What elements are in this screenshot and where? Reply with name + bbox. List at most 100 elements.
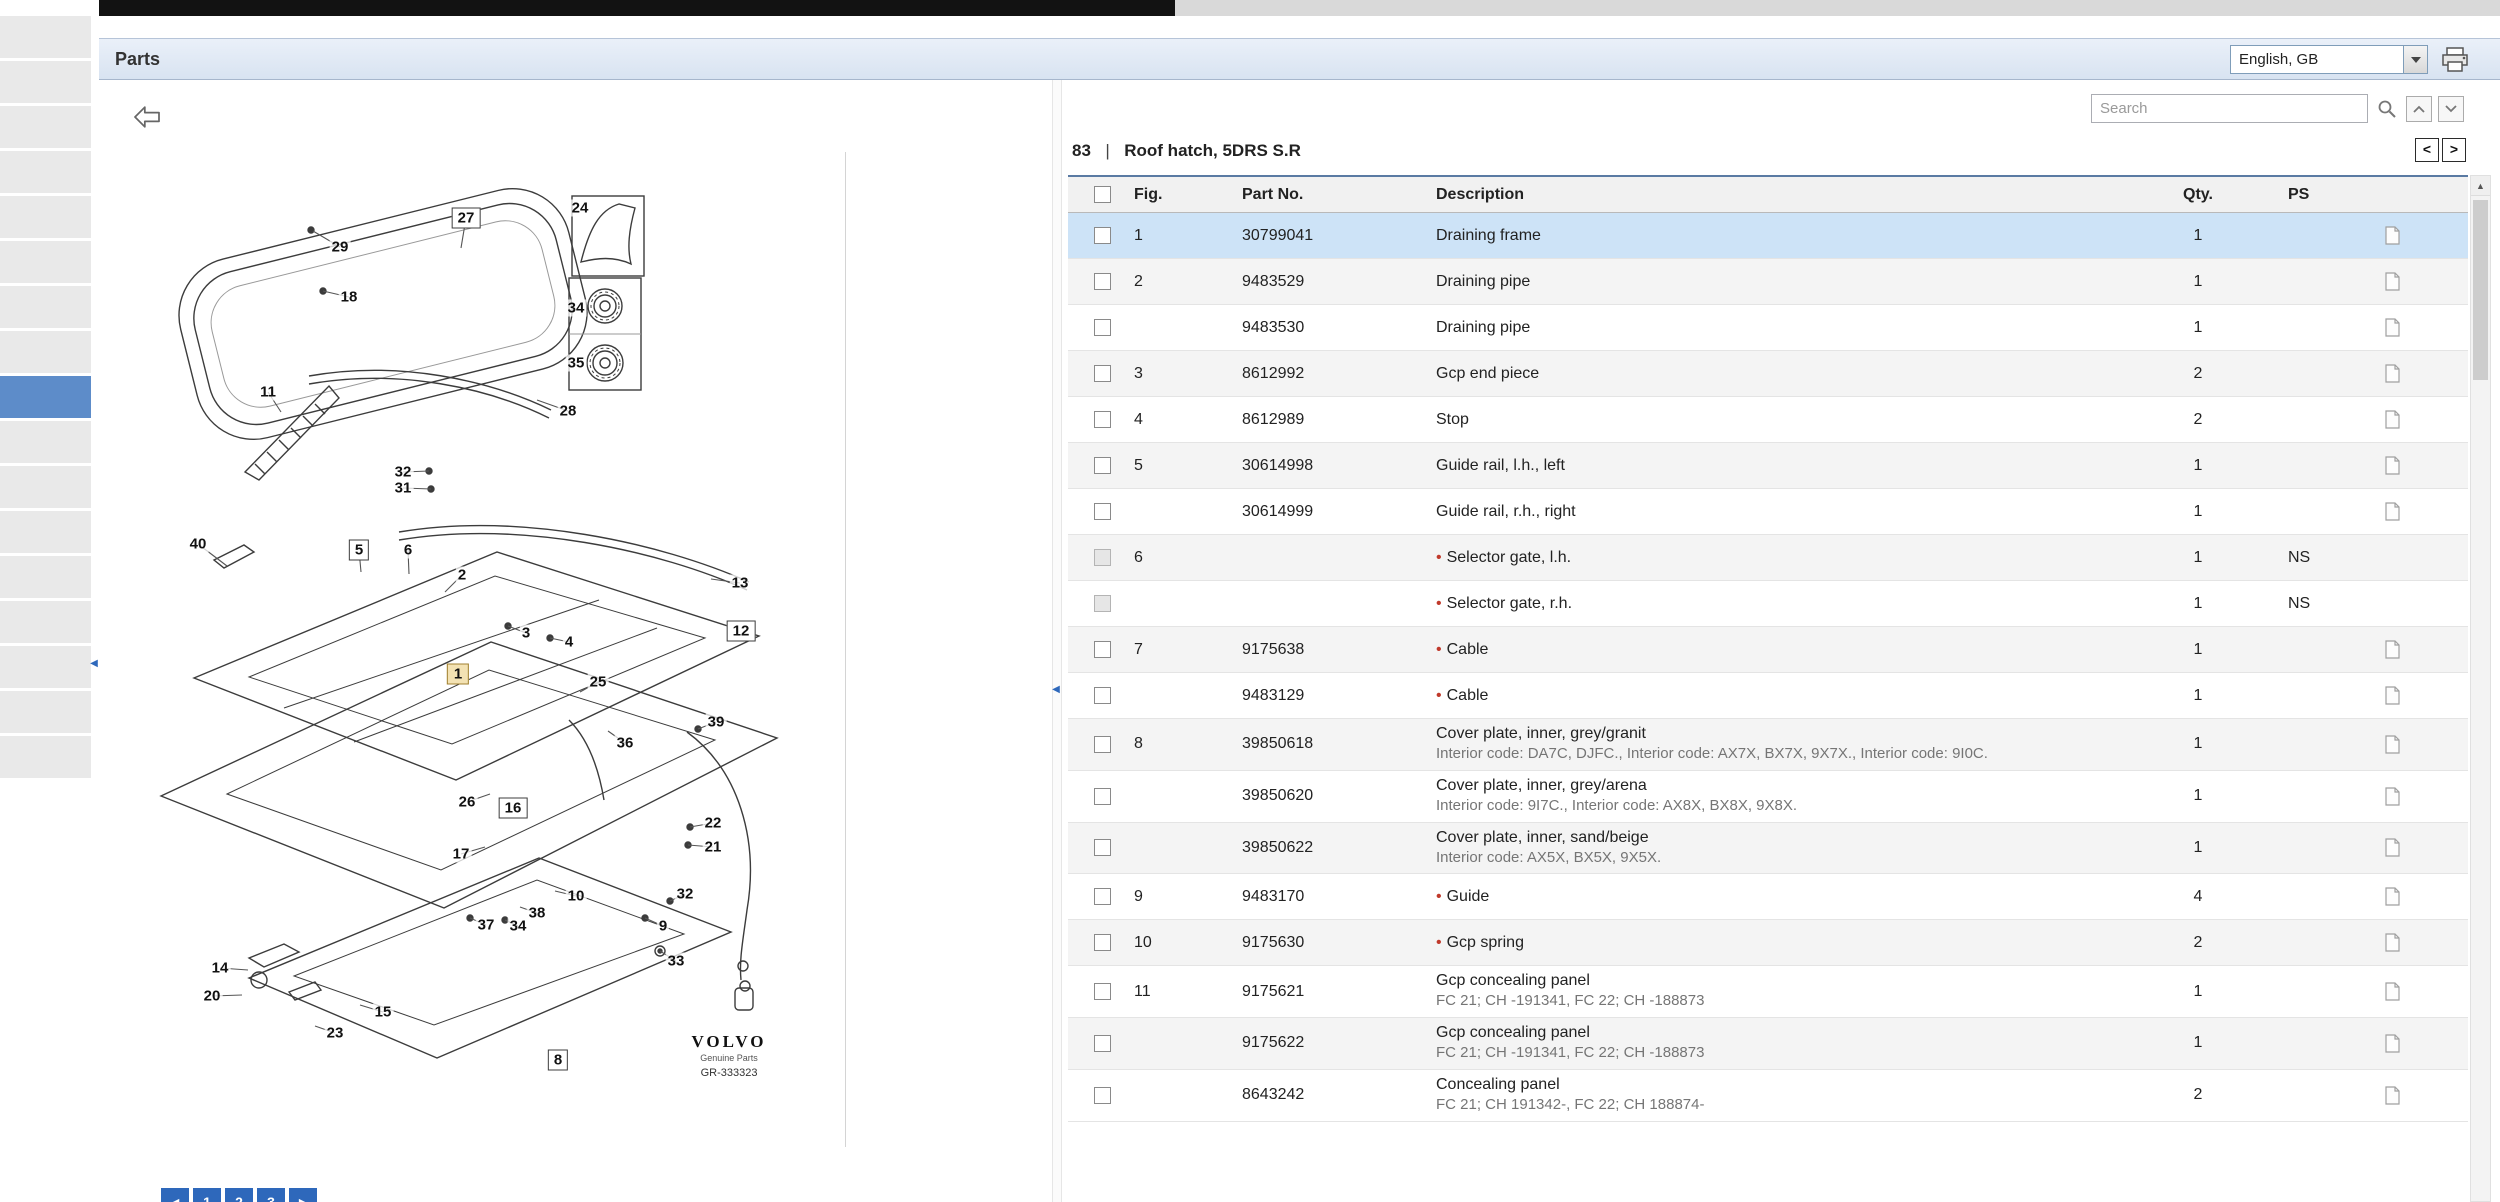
row-checkbox[interactable]: [1094, 1087, 1111, 1104]
pagination-button[interactable]: 2: [225, 1188, 253, 1202]
sidebar-item[interactable]: [0, 376, 91, 418]
ps-document-icon[interactable]: [2384, 364, 2401, 383]
table-row[interactable]: 9 9483170 •Guide 4: [1068, 874, 2468, 920]
row-checkbox[interactable]: [1094, 736, 1111, 753]
ps-document-icon[interactable]: [2384, 318, 2401, 337]
diagram-callout-25[interactable]: 25: [588, 674, 609, 691]
sidebar-item[interactable]: [0, 556, 91, 598]
diagram-callout-21[interactable]: 21: [703, 839, 724, 856]
diagram-callout-2[interactable]: 2: [456, 567, 468, 584]
ps-document-icon[interactable]: [2384, 410, 2401, 429]
table-row[interactable]: 6 •Selector gate, l.h. 1 NS: [1068, 535, 2468, 581]
diagram-callout-17[interactable]: 17: [451, 846, 472, 863]
sidebar-item[interactable]: [0, 736, 91, 778]
table-row[interactable]: 2 9483529 Draining pipe 1: [1068, 259, 2468, 305]
row-checkbox[interactable]: [1094, 839, 1111, 856]
pagination-button[interactable]: ◄: [161, 1188, 189, 1202]
table-row[interactable]: 9175622 Gcp concealing panel FC 21; CH -…: [1068, 1018, 2468, 1070]
sidebar-item[interactable]: [0, 466, 91, 508]
table-row[interactable]: 10 9175630 •Gcp spring 2: [1068, 920, 2468, 966]
language-select[interactable]: English, GB: [2230, 45, 2428, 74]
diagram-callout-16[interactable]: 16: [499, 798, 528, 819]
row-checkbox[interactable]: [1094, 687, 1111, 704]
diagram-callout-34[interactable]: 34: [508, 918, 529, 935]
ps-document-icon[interactable]: [2384, 787, 2401, 806]
diagram-callout-8[interactable]: 8: [548, 1050, 568, 1071]
diagram-callout-20[interactable]: 20: [202, 988, 223, 1005]
diagram-callout-13[interactable]: 13: [730, 575, 751, 592]
row-checkbox[interactable]: [1094, 457, 1111, 474]
diagram-callout-27[interactable]: 27: [452, 208, 481, 229]
row-checkbox[interactable]: [1094, 595, 1111, 612]
diagram-callout-9[interactable]: 9: [657, 918, 669, 935]
diagram-callout-14[interactable]: 14: [210, 960, 231, 977]
ps-document-icon[interactable]: [2384, 1034, 2401, 1053]
diagram-callout-35[interactable]: 35: [566, 355, 587, 372]
table-row[interactable]: 1 30799041 Draining frame 1: [1068, 213, 2468, 259]
diagram-callout-22[interactable]: 22: [703, 815, 724, 832]
diagram-callout-40[interactable]: 40: [188, 536, 209, 553]
table-row[interactable]: 9483129 •Cable 1: [1068, 673, 2468, 719]
diagram-callout-37[interactable]: 37: [476, 917, 497, 934]
select-all-checkbox[interactable]: [1094, 186, 1111, 203]
sidebar-item[interactable]: [0, 151, 91, 193]
diagram-callout-10[interactable]: 10: [566, 888, 587, 905]
search-button[interactable]: [2374, 96, 2400, 122]
sidebar-item[interactable]: [0, 646, 91, 688]
ps-document-icon[interactable]: [2384, 686, 2401, 705]
ps-document-icon[interactable]: [2384, 502, 2401, 521]
diagram-callout-5[interactable]: 5: [349, 540, 369, 561]
table-row[interactable]: 8643242 Concealing panel FC 21; CH 19134…: [1068, 1070, 2468, 1122]
diagram-callout-23[interactable]: 23: [325, 1025, 346, 1042]
sidebar-item[interactable]: [0, 61, 91, 103]
pagination-button[interactable]: 3: [257, 1188, 285, 1202]
row-checkbox[interactable]: [1094, 641, 1111, 658]
row-checkbox[interactable]: [1094, 411, 1111, 428]
sidebar-item[interactable]: [0, 196, 91, 238]
pane-divider[interactable]: [1052, 80, 1062, 1202]
table-row[interactable]: 11 9175621 Gcp concealing panel FC 21; C…: [1068, 966, 2468, 1018]
table-row[interactable]: •Selector gate, r.h. 1 NS: [1068, 581, 2468, 627]
diagram-callout-26[interactable]: 26: [457, 794, 478, 811]
scrollbar-thumb[interactable]: [2473, 200, 2488, 380]
table-row[interactable]: 9483530 Draining pipe 1: [1068, 305, 2468, 351]
ps-document-icon[interactable]: [2384, 982, 2401, 1001]
row-checkbox[interactable]: [1094, 1035, 1111, 1052]
row-checkbox[interactable]: [1094, 273, 1111, 290]
diagram-callout-4[interactable]: 4: [563, 634, 575, 651]
search-input[interactable]: [2091, 94, 2368, 123]
ps-document-icon[interactable]: [2384, 226, 2401, 245]
diagram-callout-32[interactable]: 32: [393, 464, 414, 481]
diagram-callout-31[interactable]: 31: [393, 480, 414, 497]
diagram-callout-39[interactable]: 39: [706, 714, 727, 731]
table-scrollbar[interactable]: ▲: [2470, 175, 2491, 1202]
diagram-callout-38[interactable]: 38: [527, 905, 548, 922]
table-row[interactable]: 5 30614998 Guide rail, l.h., left 1: [1068, 443, 2468, 489]
find-next-button[interactable]: [2438, 96, 2464, 122]
sidebar-collapse-handle[interactable]: ◀: [89, 652, 99, 676]
diagram-callout-24[interactable]: 24: [570, 200, 591, 217]
row-checkbox[interactable]: [1094, 934, 1111, 951]
row-checkbox[interactable]: [1094, 788, 1111, 805]
table-row[interactable]: 7 9175638 •Cable 1: [1068, 627, 2468, 673]
table-row[interactable]: 39850620 Cover plate, inner, grey/arena …: [1068, 771, 2468, 823]
ps-document-icon[interactable]: [2384, 933, 2401, 952]
row-checkbox[interactable]: [1094, 549, 1111, 566]
sidebar-item[interactable]: [0, 511, 91, 553]
diagram-callout-11[interactable]: 11: [258, 384, 278, 401]
diagram-callout-6[interactable]: 6: [402, 542, 414, 559]
diagram-callout-3[interactable]: 3: [520, 625, 532, 642]
diagram-callout-34[interactable]: 34: [566, 300, 587, 317]
pagination-button[interactable]: 1: [193, 1188, 221, 1202]
row-checkbox[interactable]: [1094, 888, 1111, 905]
pane-collapse-handle[interactable]: ◀: [1051, 678, 1061, 702]
row-checkbox[interactable]: [1094, 983, 1111, 1000]
diagram-callout-33[interactable]: 33: [666, 953, 687, 970]
table-row[interactable]: 4 8612989 Stop 2: [1068, 397, 2468, 443]
print-button[interactable]: [2440, 47, 2472, 73]
sidebar-item[interactable]: [0, 241, 91, 283]
ps-document-icon[interactable]: [2384, 735, 2401, 754]
next-section-button[interactable]: >: [2442, 138, 2466, 162]
ps-document-icon[interactable]: [2384, 640, 2401, 659]
ps-document-icon[interactable]: [2384, 272, 2401, 291]
